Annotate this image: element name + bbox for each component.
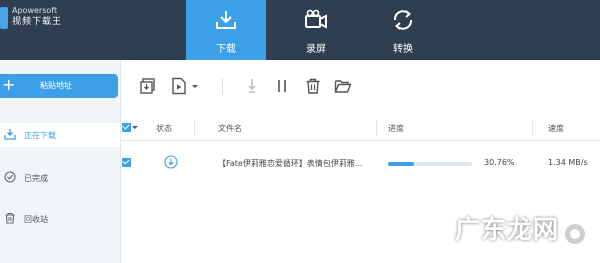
row-checkbox[interactable] <box>122 158 131 167</box>
column-header-progress[interactable]: 进度 <box>388 123 404 134</box>
watermark-text: 广东龙网 <box>455 215 560 244</box>
top-navigation-bar: Apowersoft 视频下载王 下载 录屏 转换 <box>0 0 600 60</box>
microphone-download-icon[interactable] <box>243 77 261 95</box>
sidebar-item-downloading[interactable]: 正在下载 <box>0 123 120 147</box>
check-circle-icon <box>4 171 16 183</box>
progress-percent: 30.76% <box>484 158 515 167</box>
batch-download-icon[interactable] <box>139 77 157 95</box>
select-all-checkbox[interactable] <box>122 123 131 132</box>
progress-bar-fill <box>388 162 414 166</box>
column-header-filename[interactable]: 文件名 <box>218 123 242 134</box>
download-tray-icon <box>216 11 236 29</box>
download-icon <box>4 129 16 140</box>
app-logo-icon <box>0 7 8 29</box>
delete-icon[interactable] <box>304 77 322 95</box>
pause-icon[interactable] <box>273 77 291 95</box>
tab-convert[interactable]: 转换 <box>363 0 443 60</box>
chevron-down-icon[interactable] <box>190 77 200 95</box>
sidebar-item-label: 回收站 <box>24 215 48 224</box>
sidebar-item-label: 正在下载 <box>24 131 56 140</box>
tab-record[interactable]: 录屏 <box>276 0 356 60</box>
video-file-icon[interactable] <box>170 77 188 95</box>
tab-convert-label: 转换 <box>393 44 413 55</box>
app-subtitle: 视频下载王 <box>12 17 63 27</box>
file-name: 【Fate伊莉雅恋爱循环】表情包伊莉雅... <box>218 159 363 168</box>
column-header-speed[interactable]: 速度 <box>548 123 564 134</box>
app-name: Apowersoft <box>12 6 58 15</box>
column-divider <box>532 121 533 135</box>
plus-icon: + <box>2 75 16 94</box>
paste-url-label: 粘贴地址 <box>40 81 72 90</box>
chevron-down-icon[interactable] <box>132 125 138 131</box>
convert-arrows-icon <box>393 10 413 30</box>
video-camera-icon <box>305 9 327 29</box>
downloading-status-icon <box>164 155 178 169</box>
open-folder-icon[interactable] <box>334 77 352 95</box>
tab-record-label: 录屏 <box>306 44 326 55</box>
progress-bar <box>388 162 472 166</box>
watermark-logo-icon <box>565 224 585 244</box>
tab-download[interactable]: 下载 <box>186 0 266 60</box>
sidebar-item-completed[interactable]: 已完成 <box>0 166 120 190</box>
paste-url-button[interactable]: + 粘贴地址 <box>0 74 118 98</box>
sidebar-item-label: 已完成 <box>24 174 48 183</box>
column-divider <box>194 121 195 135</box>
column-header-status[interactable]: 状态 <box>156 123 172 134</box>
download-speed: 1.34 MB/s <box>548 158 588 167</box>
table-row[interactable]: 【Fate伊莉雅恋爱循环】表情包伊莉雅... 30.76% 1.34 MB/s <box>120 148 600 176</box>
tab-download-label: 下载 <box>216 44 236 55</box>
toolbar-divider <box>222 78 223 94</box>
trash-icon <box>5 212 15 224</box>
table-header: 状态 文件名 进度 速度 <box>120 116 600 141</box>
column-divider <box>376 121 377 135</box>
sidebar-item-recycle-bin[interactable]: 回收站 <box>0 207 120 231</box>
